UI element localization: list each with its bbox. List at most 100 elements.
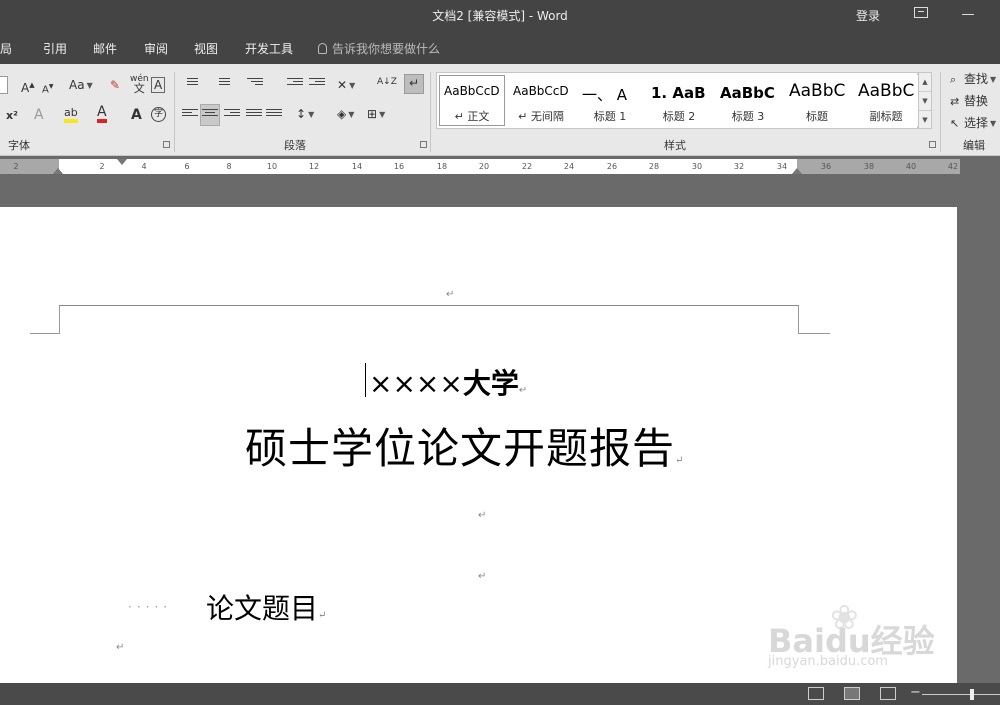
text-effects-button[interactable]: A [34,107,44,123]
style-heading-2[interactable]: 1. AaB 标题 2 [646,75,712,126]
decrease-indent-icon[interactable] [287,78,303,92]
login-button[interactable]: 登录 [856,7,880,24]
ruler-tick: 42 [947,162,959,171]
asian-layout-icon[interactable]: ✕ ▼ [337,77,355,94]
zoom-slider[interactable] [922,694,1000,695]
tell-me-box[interactable]: 告诉我你想要做什么 [318,40,440,57]
ruler-tick: 18 [436,162,448,171]
tab-developer[interactable]: 开发工具 [245,40,293,57]
zoom-out-icon[interactable]: − [910,685,921,700]
replace-icon: ⇄ [950,95,960,108]
grow-font-button[interactable]: A▲ [21,77,35,96]
character-shading-button[interactable]: A [131,107,142,123]
style-no-spacing[interactable]: AaBbCcD ↵ 无间隔 [508,75,574,126]
university-name: ××××大学↵ [369,367,528,400]
scroll-down-icon[interactable]: ▼ [919,92,931,111]
ruler-left-margin [0,159,59,174]
lightbulb-icon [318,43,327,54]
report-title: 硕士学位论文开题报告↵ [245,424,684,473]
justify-icon[interactable] [246,109,262,123]
multilevel-list-icon[interactable] [247,78,263,92]
select-button[interactable]: ↖ 选择 ▼ [950,114,996,131]
space-markers: ····· [128,600,173,614]
scroll-up-icon[interactable]: ▲ [919,73,931,92]
ruler-tick: 26 [606,162,618,171]
ruler-tick: 16 [393,162,405,171]
paragraph-mark: ↵ [478,510,487,521]
ruler-tick: 2 [13,162,19,171]
paragraph-mark: ↵ [446,289,455,300]
replace-button[interactable]: ⇄ 替换 [950,92,988,109]
character-border-button[interactable]: A [151,77,166,93]
clear-format-icon[interactable]: ✎ [110,77,120,93]
styles-group-label: 样式 [664,139,686,152]
tell-me-text: 告诉我你想要做什么 [332,42,441,56]
line-spacing-icon[interactable]: ↕ ▼ [296,106,314,123]
ruler-tick: 24 [563,162,575,171]
document-page[interactable]: ↵ ××××大学↵ 硕士学位论文开题报告↵ ↵ ↵ ····· 论文题目↵ ↵ [0,207,957,683]
style-heading-3[interactable]: AaBbC 标题 3 [715,75,781,126]
ruler-tick: 4 [141,162,147,171]
numbering-icon[interactable] [214,78,230,92]
header-border-line [59,305,799,306]
phonetic-guide-button[interactable]: wén 文 [130,74,149,94]
font-dialog-launcher-icon[interactable] [163,141,170,148]
zoom-slider-thumb[interactable] [970,689,974,700]
paragraph-mark: ↵ [478,571,487,582]
first-line-indent-marker[interactable] [117,159,127,165]
find-button[interactable]: ⌕ 查找 ▼ [950,70,996,87]
crop-mark [798,305,799,333]
superscript-button[interactable]: x² [6,108,18,124]
horizontal-ruler[interactable]: 2 2 4 6 8 10 12 14 16 18 20 22 24 26 28 … [0,159,960,174]
ruler-tick: 2 [99,162,105,171]
styles-gallery: AaBbCcD ↵ 正文 AaBbCcD ↵ 无间隔 一、 A 标题 1 1. AaB… [436,72,919,129]
hanging-indent-marker[interactable] [53,168,63,174]
increase-indent-icon[interactable] [309,78,325,92]
title-bar: 文档2 [兼容模式] - Word 登录 [0,0,1000,32]
ruler-tick: 40 [905,162,917,171]
bullets-icon[interactable] [182,78,198,92]
print-layout-icon[interactable] [844,687,860,700]
tab-view[interactable]: 视图 [194,40,218,57]
align-left-icon[interactable] [182,109,198,123]
distributed-icon[interactable] [266,109,282,123]
tab-review[interactable]: 审阅 [144,40,168,57]
shrink-font-button[interactable]: A▼ [42,79,53,98]
ruler-tick: 22 [521,162,533,171]
shading-icon[interactable]: ◈ ▼ [337,106,354,123]
ruler-tick: 28 [648,162,660,171]
borders-icon[interactable]: ⊞ ▼ [367,106,385,123]
thesis-title-label: 论文题目↵ [206,592,327,625]
style-normal[interactable]: AaBbCcD ↵ 正文 [439,75,505,126]
style-title[interactable]: AaBbC 标题 [784,75,850,126]
ruler-tick: 14 [351,162,363,171]
align-right-icon[interactable] [224,109,240,123]
font-group-label: 字体 [8,139,30,152]
font-size-box[interactable] [0,76,8,94]
read-mode-icon[interactable] [808,687,824,700]
right-indent-marker[interactable] [792,168,802,174]
tab-mailings[interactable]: 邮件 [93,40,117,57]
style-subtitle[interactable]: AaBbC 副标题 [853,75,919,126]
change-case-button[interactable]: Aa ▼ [69,77,93,94]
styles-dialog-launcher-icon[interactable] [929,141,936,148]
tab-layout[interactable]: 布局 [0,40,12,57]
web-layout-icon[interactable] [880,687,896,700]
enclose-characters-button[interactable]: 字 [151,107,166,122]
minimize-icon[interactable] [962,14,974,15]
highlight-button[interactable]: ab [64,106,78,123]
window-title: 文档2 [兼容模式] - Word [432,9,568,23]
styles-gallery-scroll[interactable]: ▲ ▼ ▼ [918,72,932,129]
more-styles-icon[interactable]: ▼ [919,111,931,130]
ruler-tick: 6 [184,162,190,171]
font-color-button[interactable]: A [97,105,107,123]
style-heading-1[interactable]: 一、 A 标题 1 [577,75,643,126]
paragraph-dialog-launcher-icon[interactable] [420,141,427,148]
ribbon-display-options-icon[interactable] [914,7,928,18]
group-divider [940,72,941,152]
ruler-tick: 10 [266,162,278,171]
tab-references[interactable]: 引用 [43,40,67,57]
show-formatting-marks-icon[interactable]: ↵ [404,74,424,94]
ribbon: A▲ A▼ Aa ▼ ✎ wén 文 A x² A ab A A 字 字体 ✕ ▼ A… [0,64,1000,156]
sort-button[interactable]: A↓Z [377,74,397,90]
